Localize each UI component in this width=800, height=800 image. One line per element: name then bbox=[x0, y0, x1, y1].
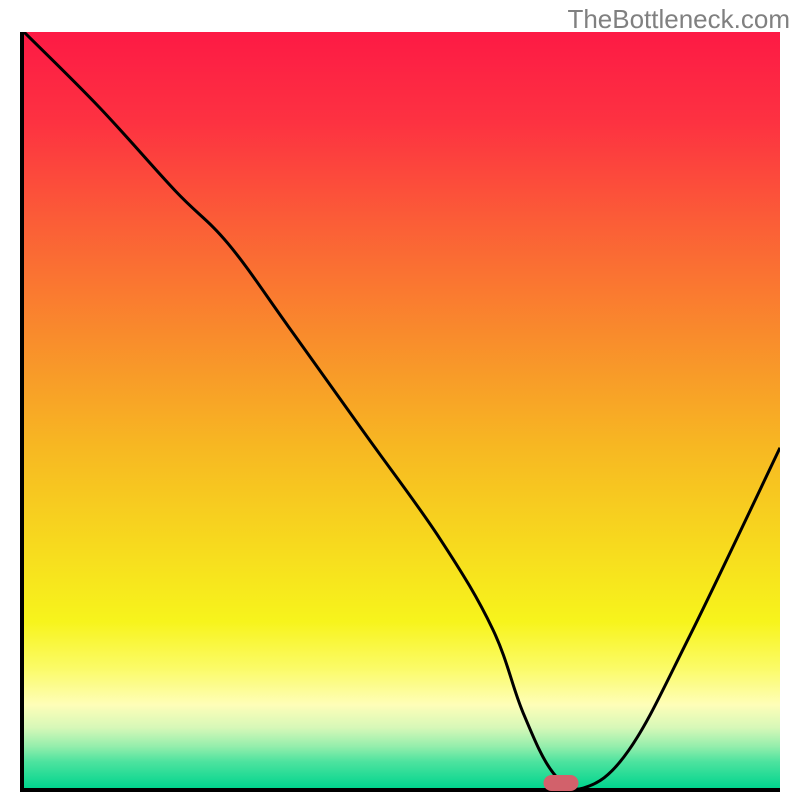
plot-area bbox=[20, 32, 780, 792]
bottleneck-curve bbox=[24, 32, 780, 788]
chart-frame: TheBottleneck.com bbox=[0, 0, 800, 800]
watermark-text: TheBottleneck.com bbox=[567, 4, 790, 35]
optimal-point-marker bbox=[543, 775, 578, 791]
curve-layer bbox=[24, 32, 780, 788]
